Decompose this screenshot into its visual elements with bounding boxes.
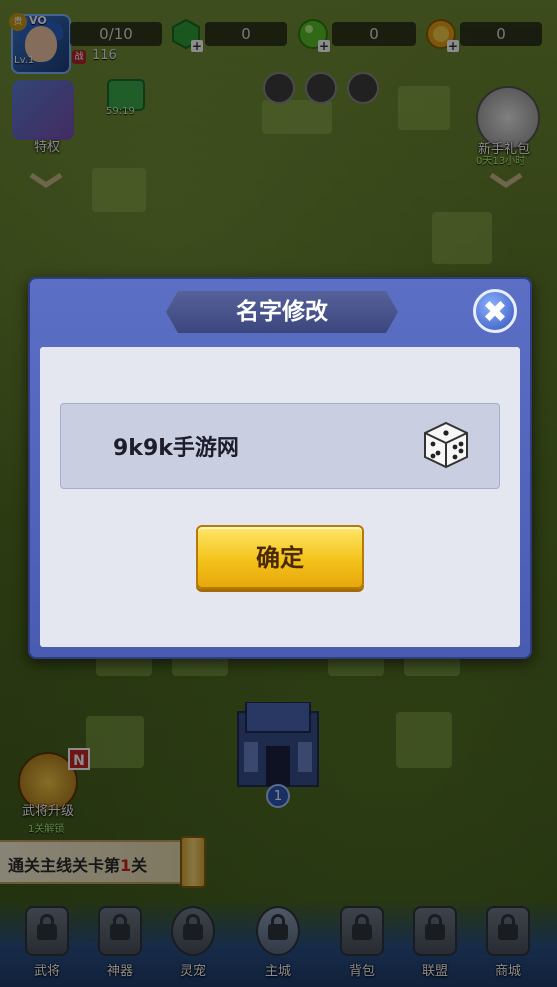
name-value: 9k9k手游网 [113,436,239,461]
confirm-button[interactable]: 确定 [196,525,364,589]
random-name-dice-icon[interactable] [421,420,471,470]
name-input[interactable]: 9k9k手游网 [60,403,500,489]
close-button[interactable]: ✖ [473,289,517,333]
dialog-title: 名字修改 [236,299,328,325]
dialog-body: 9k9k手游网 确定 [40,347,520,647]
rename-dialog: 名字修改 ✖ 9k9k手游网 确定 [28,277,532,659]
